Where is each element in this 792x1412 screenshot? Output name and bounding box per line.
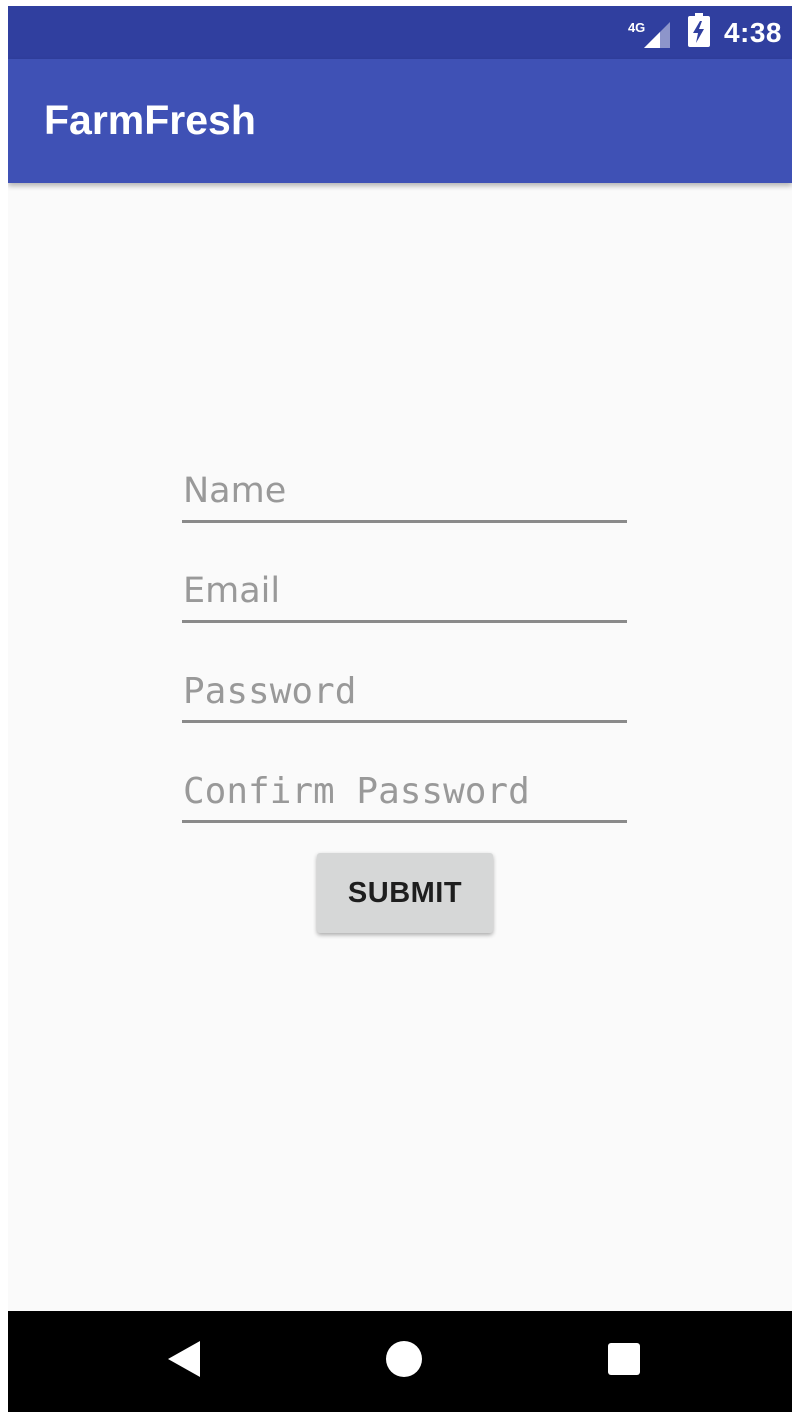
recents-square-icon xyxy=(607,1342,641,1381)
name-field xyxy=(182,462,627,524)
email-input[interactable] xyxy=(182,562,627,620)
app-screen: 4G 4:38 FarmFresh Name Email SUBMIT xyxy=(8,6,792,1412)
app-bar: FarmFresh xyxy=(8,59,792,183)
recents-button[interactable] xyxy=(596,1333,652,1389)
password-field xyxy=(182,662,627,724)
email-underline xyxy=(182,620,627,623)
confirm-password-input[interactable] xyxy=(182,762,627,820)
status-bar: 4G 4:38 xyxy=(8,6,792,59)
submit-button[interactable]: SUBMIT xyxy=(317,853,493,933)
status-icons: 4G 4:38 xyxy=(628,6,782,59)
password-input[interactable] xyxy=(182,662,627,720)
battery-charging-icon xyxy=(687,13,710,52)
back-button[interactable] xyxy=(156,1333,212,1389)
navigation-bar xyxy=(8,1311,792,1412)
home-button[interactable] xyxy=(376,1333,432,1389)
name-input[interactable] xyxy=(182,462,627,520)
password-underline xyxy=(182,720,627,723)
status-clock: 4:38 xyxy=(723,16,782,48)
back-triangle-icon xyxy=(166,1339,202,1384)
confirm-password-underline xyxy=(182,820,627,823)
email-field xyxy=(182,562,627,624)
home-circle-icon xyxy=(385,1340,423,1383)
name-underline xyxy=(182,520,627,523)
cell-signal-icon: 4G xyxy=(628,16,674,50)
app-title: FarmFresh xyxy=(44,97,256,143)
confirm-password-field xyxy=(182,762,627,824)
